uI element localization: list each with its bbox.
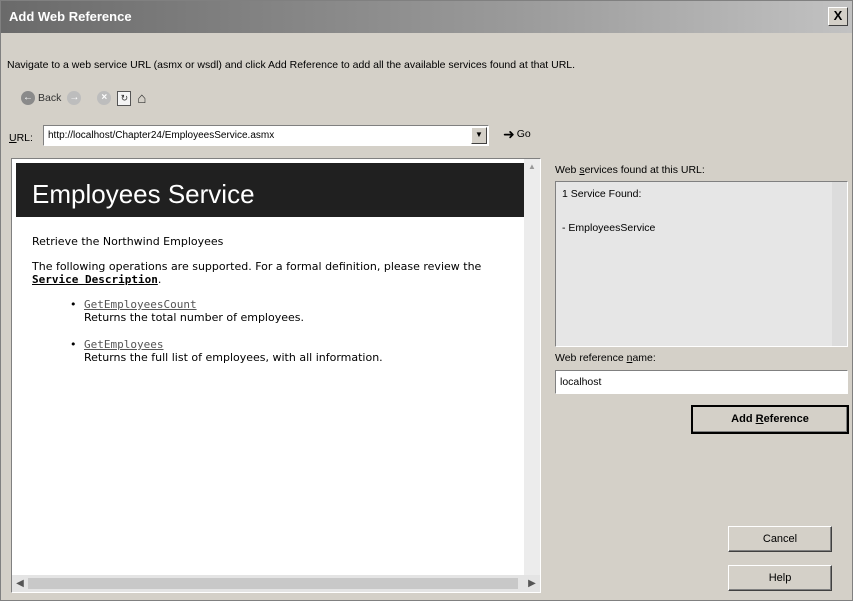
bullet-icon: • — [70, 298, 77, 311]
service-description-link[interactable]: Service Description — [32, 273, 158, 286]
home-button[interactable]: ⌂ — [137, 88, 153, 108]
service-title: Employees Service — [32, 179, 255, 209]
scroll-right-icon[interactable]: ▶ — [524, 575, 540, 592]
close-button[interactable]: X — [828, 7, 848, 26]
back-button[interactable]: ← Back — [21, 88, 61, 108]
browser-horizontal-scrollbar[interactable]: ◀ ▶ — [12, 575, 540, 592]
cancel-button[interactable]: Cancel — [728, 526, 832, 552]
services-found-list[interactable]: 1 Service Found: - EmployeesService — [555, 181, 848, 347]
browser-toolbar: ← Back → × ↻ ⌂ — [21, 87, 153, 109]
instructions-text: Navigate to a web service URL (asmx or w… — [7, 59, 576, 71]
back-label: Back — [38, 92, 62, 104]
services-list-scrollbar[interactable] — [832, 182, 847, 346]
service-header: Employees Service — [16, 163, 526, 217]
scroll-left-icon[interactable]: ◀ — [12, 575, 28, 592]
back-icon: ← — [21, 91, 35, 105]
service-count-text: 1 Service Found: — [562, 188, 642, 200]
service-content: Retrieve the Northwind Employees The fol… — [32, 235, 522, 378]
url-dropdown-button[interactable]: ▼ — [471, 127, 487, 144]
browser-pane[interactable]: Employees Service ▲ Retrieve the Northwi… — [11, 158, 541, 593]
help-button[interactable]: Help — [728, 565, 832, 591]
stop-icon: × — [97, 91, 112, 105]
service-description: Retrieve the Northwind Employees — [32, 235, 224, 248]
scroll-up-icon[interactable]: ▲ — [524, 159, 540, 175]
operation-item: • GetEmployees Returns the full list of … — [32, 338, 522, 364]
operation-link-get-employees-count[interactable]: GetEmployeesCount — [84, 298, 197, 311]
title-bar: Add Web Reference X — [1, 1, 852, 33]
refresh-icon: ↻ — [117, 90, 132, 106]
bullet-icon: • — [70, 338, 77, 351]
go-arrow-icon: ➜ — [503, 126, 515, 142]
forward-icon: → — [67, 91, 82, 105]
url-value: http://localhost/Chapter24/EmployeesServ… — [48, 130, 275, 141]
reference-name-label: Web reference name: — [555, 352, 656, 364]
go-label: Go — [516, 128, 531, 140]
go-button[interactable]: ➜ Go — [503, 127, 531, 141]
reference-name-value: localhost — [560, 376, 602, 388]
home-icon: ⌂ — [137, 89, 147, 107]
refresh-button[interactable]: ↻ — [117, 88, 132, 108]
url-label: URL: — [9, 132, 33, 144]
add-reference-button[interactable]: Add Reference — [691, 405, 849, 434]
scroll-thumb[interactable] — [28, 578, 518, 589]
add-web-reference-dialog: Add Web Reference X Navigate to a web se… — [0, 0, 853, 601]
stop-button[interactable]: × — [97, 88, 112, 108]
operation-item: • GetEmployeesCount Returns the total nu… — [32, 298, 522, 324]
url-combobox[interactable]: http://localhost/Chapter24/EmployeesServ… — [43, 125, 489, 146]
services-found-label: Web services found at this URL: — [555, 164, 705, 176]
service-list-item: - EmployeesService — [562, 222, 656, 234]
operation-description: Returns the total number of employees. — [84, 311, 304, 324]
operation-link-get-employees[interactable]: GetEmployees — [84, 338, 163, 351]
dialog-title: Add Web Reference — [9, 9, 132, 24]
browser-vertical-scrollbar[interactable]: ▲ — [524, 159, 540, 577]
chevron-down-icon: ▼ — [475, 130, 483, 139]
operation-description: Returns the full list of employees, with… — [84, 351, 383, 364]
forward-button[interactable]: → — [67, 88, 82, 108]
close-icon: X — [833, 8, 843, 23]
operations-intro: The following operations are supported. … — [32, 260, 482, 286]
reference-name-input[interactable]: localhost — [555, 370, 848, 394]
